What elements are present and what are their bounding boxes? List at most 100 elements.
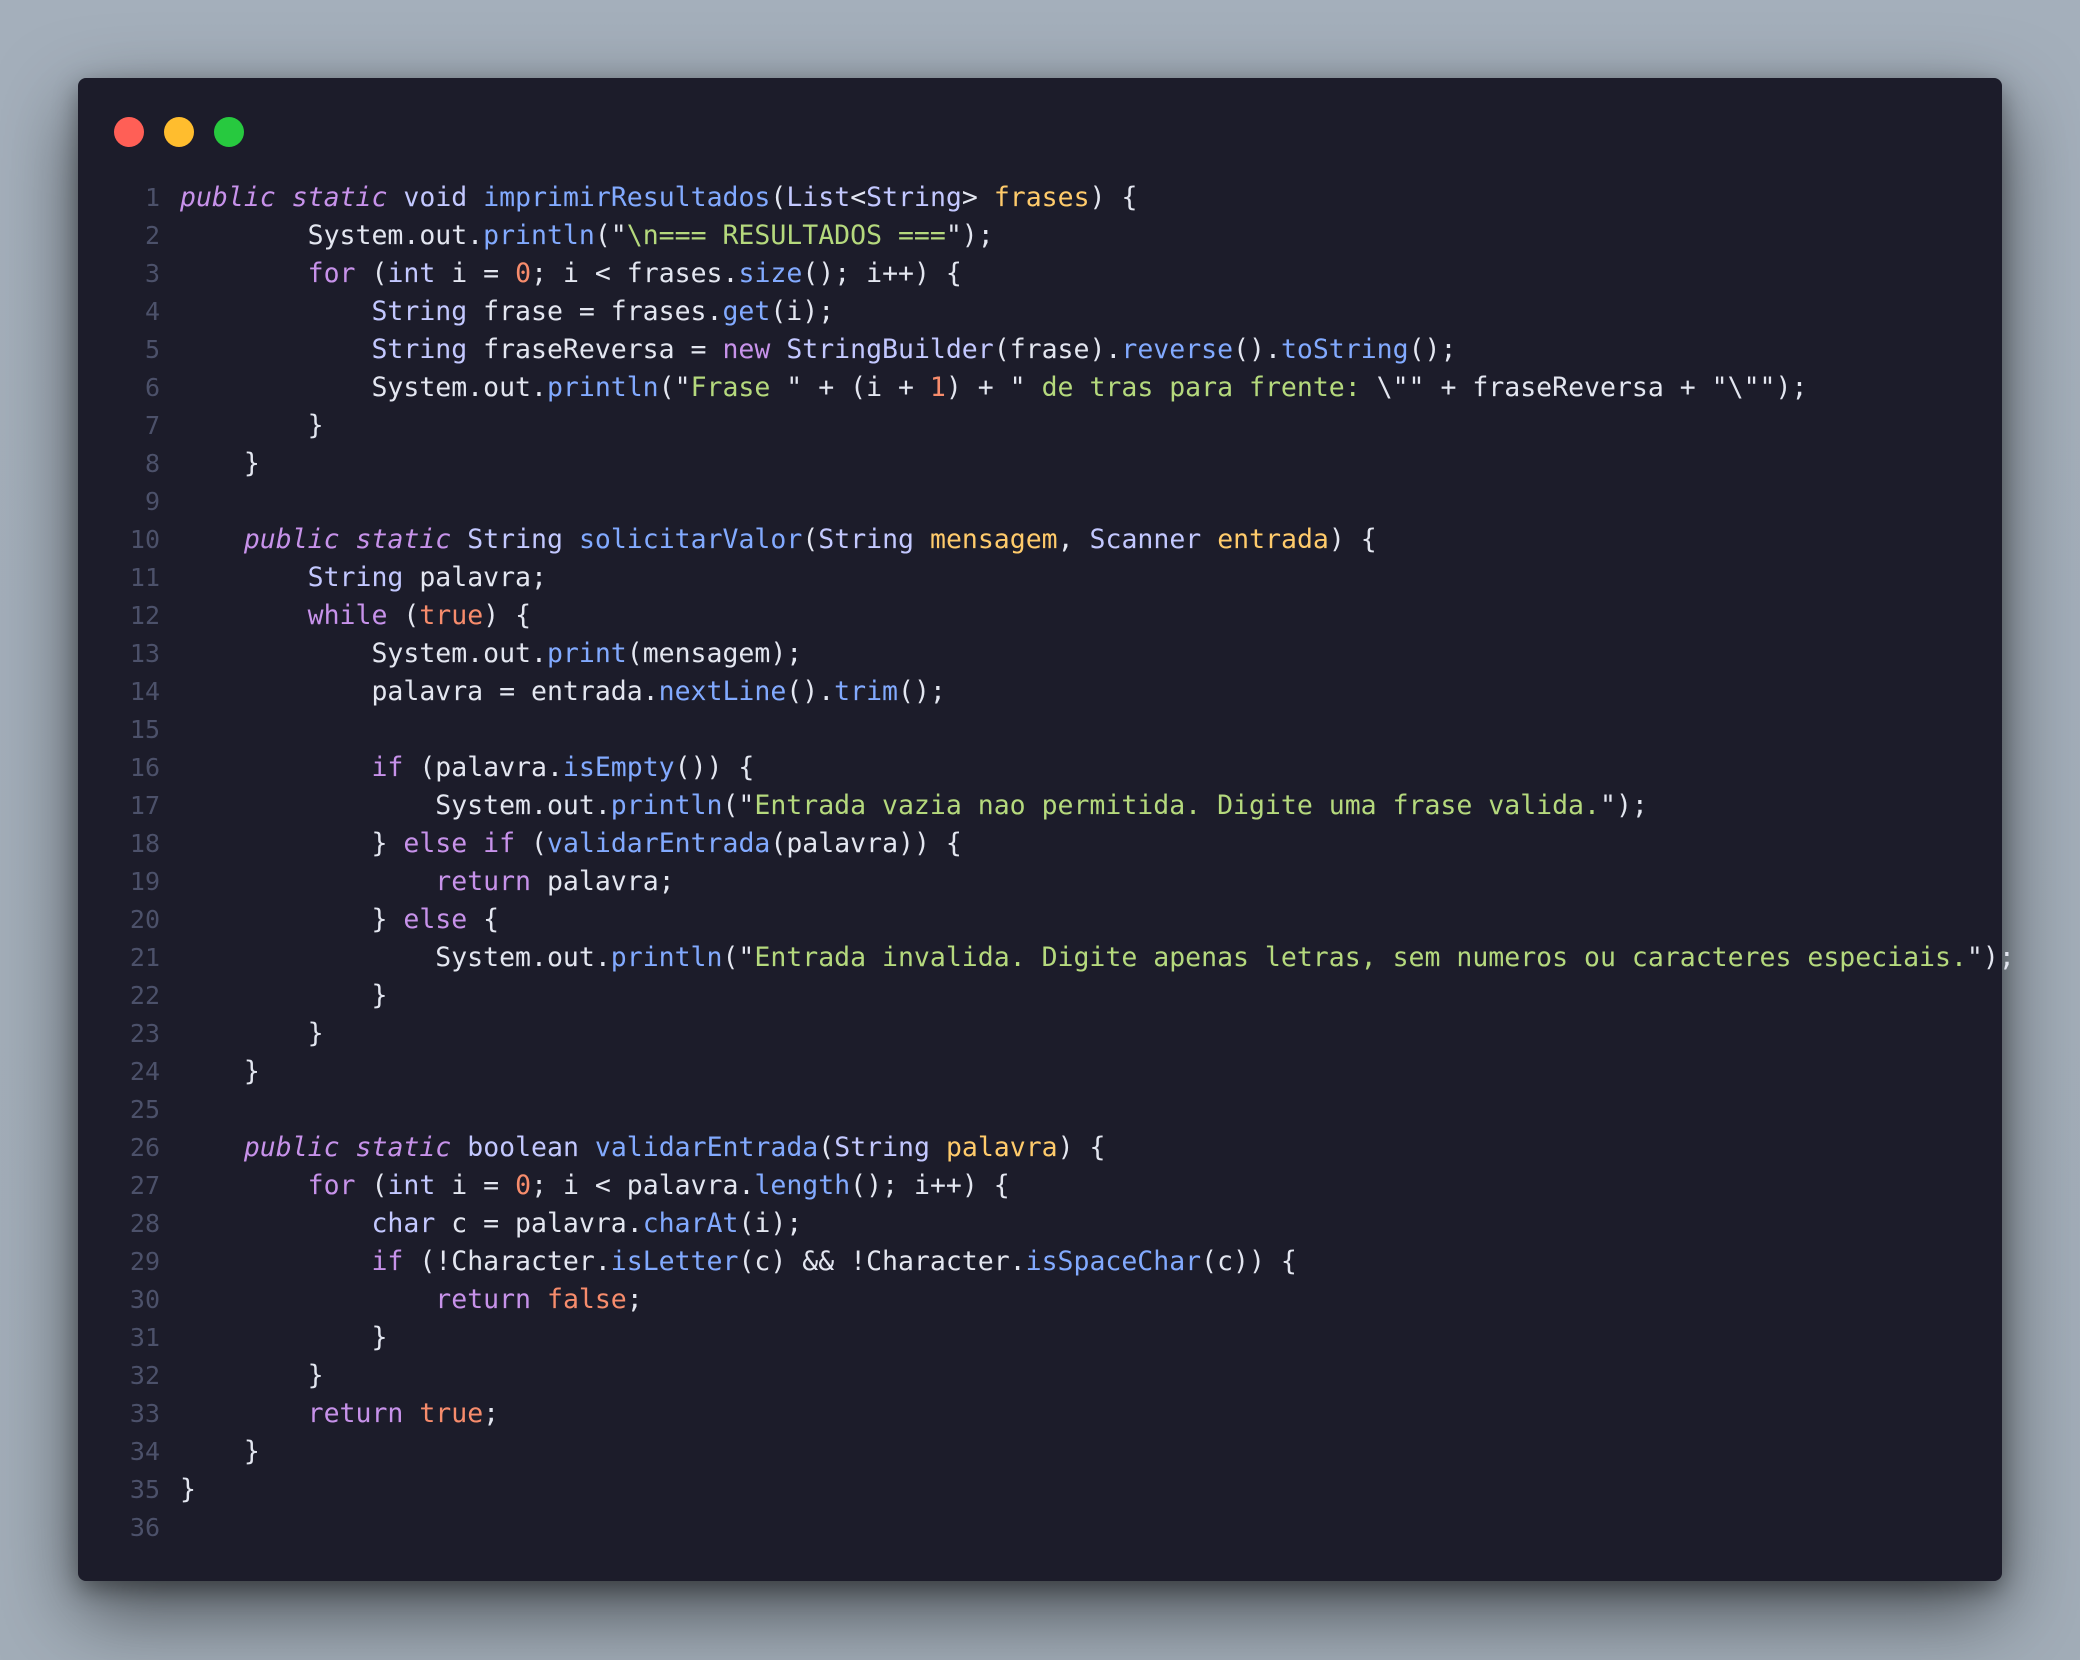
code-token: if — [371, 1246, 404, 1277]
code-token: entrada — [1217, 524, 1329, 555]
code-token: println — [610, 942, 723, 973]
code-token: StringBuilder — [786, 334, 994, 365]
code-token: reverse — [1121, 334, 1234, 365]
line-number: 31 — [129, 1323, 160, 1352]
code-token: de tras para frente: — [1025, 372, 1377, 403]
code-token: ; i < frases. — [531, 258, 739, 289]
code-token: toString — [1280, 334, 1409, 365]
code-token: return — [435, 1284, 532, 1315]
code-line: 16 if (palavra.isEmpty()) { — [78, 749, 2002, 787]
code-token: String — [371, 334, 468, 365]
code-text: palavra = entrada.nextLine().trim(); — [180, 673, 945, 711]
code-token: for — [307, 258, 356, 289]
code-line: 29 if (!Character.isLetter(c) && !Charac… — [78, 1243, 2002, 1281]
code-token: charAt — [642, 1208, 739, 1239]
code-token: (c)) { — [1201, 1246, 1297, 1277]
line-number: 5 — [144, 335, 160, 364]
code-token: \"" + fraseReversa + "\""); — [1376, 372, 1808, 403]
line-number: 32 — [129, 1361, 160, 1390]
code-token: (). — [786, 676, 835, 707]
code-text: System.out.println("Entrada invalida. Di… — [180, 939, 2015, 977]
line-number: 11 — [129, 563, 160, 592]
code-line: 2 System.out.println("\n=== RESULTADOS =… — [78, 217, 2002, 255]
code-token: get — [722, 296, 771, 327]
code-token: System.out. — [180, 220, 484, 251]
line-number: 36 — [129, 1513, 160, 1542]
code-token: false — [546, 1284, 627, 1315]
code-token: } — [180, 1360, 324, 1391]
line-number: 28 — [129, 1209, 160, 1238]
code-editor[interactable]: 1 public static void imprimirResultados(L… — [78, 179, 2015, 1547]
line-number: 6 — [144, 373, 160, 402]
code-token: i = — [435, 1170, 516, 1201]
code-line: 25 — [78, 1091, 2002, 1129]
code-token: (). — [1233, 334, 1281, 365]
code-token: solicitarValor — [578, 524, 803, 555]
line-number: 17 — [129, 791, 160, 820]
line-number: 24 — [129, 1057, 160, 1086]
code-token: ( — [515, 828, 548, 859]
code-line: 36 — [78, 1509, 2002, 1547]
code-token: ()) { — [674, 752, 755, 783]
code-token: static — [355, 1132, 452, 1163]
code-token: System.out. — [180, 942, 611, 973]
code-line: 19 return palavra; — [78, 863, 2002, 901]
code-text: } — [180, 1319, 387, 1357]
line-number: 16 — [129, 753, 160, 782]
code-token: (mensagem); — [626, 638, 803, 669]
code-token: \n=== RESULTADOS === — [626, 220, 946, 251]
code-token: (i); — [770, 296, 835, 327]
code-token: return — [435, 866, 532, 897]
code-token: (!Character. — [403, 1246, 611, 1277]
code-token: return — [307, 1398, 404, 1429]
code-token: char — [371, 1208, 436, 1239]
code-text: } — [180, 1053, 260, 1091]
code-line: 27 for (int i = 0; i < palavra.length();… — [78, 1167, 2002, 1205]
code-line: 31 } — [78, 1319, 2002, 1357]
code-line: 6 System.out.println("Frase " + (i + 1) … — [78, 369, 2002, 407]
close-button[interactable] — [114, 117, 144, 147]
code-token: for — [307, 1170, 356, 1201]
code-token: String — [467, 524, 563, 555]
code-line: 11 String palavra; — [78, 559, 2002, 597]
code-text: public static void imprimirResultados(Li… — [180, 179, 1137, 217]
line-number: 33 — [129, 1399, 160, 1428]
code-token: palavra; — [403, 562, 547, 593]
code-text: String frase = frases.get(i); — [180, 293, 834, 331]
line-number: 29 — [129, 1247, 160, 1276]
code-token: (i); — [738, 1208, 803, 1239]
code-token: } — [180, 1322, 388, 1353]
code-token: Entrada vazia nao permitida. Digite uma … — [754, 790, 1600, 821]
line-number: 4 — [144, 297, 160, 326]
code-token: else — [403, 904, 468, 935]
minimize-button[interactable] — [164, 117, 194, 147]
code-token: static — [355, 524, 452, 555]
code-token: nextLine — [658, 676, 787, 707]
code-token: isEmpty — [562, 752, 675, 783]
code-token: String — [307, 562, 404, 593]
maximize-button[interactable] — [214, 117, 244, 147]
code-line: 8 } — [78, 445, 2002, 483]
code-line: 34 } — [78, 1433, 2002, 1471]
code-line: 22 } — [78, 977, 2002, 1015]
line-number: 3 — [144, 259, 160, 288]
line-number: 18 — [129, 829, 160, 858]
line-number: 27 — [129, 1171, 160, 1200]
code-token: while — [307, 600, 388, 631]
code-token: (frase). — [993, 334, 1122, 365]
code-token: String — [834, 1132, 930, 1163]
code-token: static — [291, 182, 388, 213]
code-token: "); — [1966, 942, 2015, 973]
code-token: String — [818, 524, 915, 555]
code-token: ) + " — [945, 372, 1026, 403]
code-token: imprimirResultados — [483, 182, 771, 213]
code-token: System.out. — [180, 372, 547, 403]
